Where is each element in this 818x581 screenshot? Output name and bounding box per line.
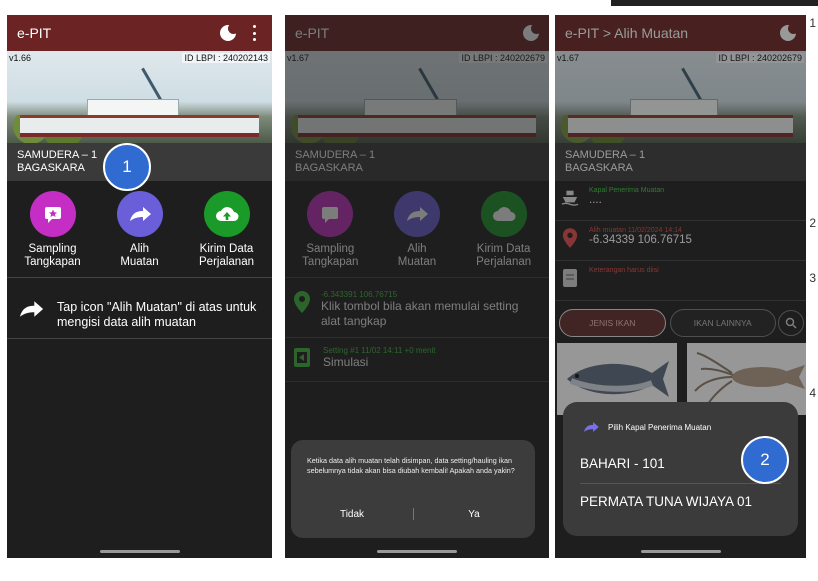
gesture-bar [640, 550, 721, 553]
sampling-tangkapan-button: Sampling Tangkapan [287, 191, 373, 269]
dimmed-background: e-PIT > Alih Muatan v1.67 ID LBPI : 2402… [555, 15, 806, 415]
tab-jenis-ikan[interactable]: JENIS IKAN [559, 309, 666, 337]
gesture-bar [99, 550, 180, 553]
search-icon[interactable] [778, 310, 804, 336]
app-version: v1.67 [287, 53, 310, 63]
dark-mode-icon [780, 23, 799, 41]
ship-banner-image: v1.66 ID LBPI : 240202143 [7, 51, 272, 143]
fish-tabs: JENIS IKAN IKAN LAINNYA [555, 301, 806, 343]
notebook-icon [561, 267, 579, 289]
transfer-icon [584, 422, 599, 432]
phone-screen-2: e-PIT v1.67 ID LBPI : 240202679 SAMUDERA… [285, 15, 549, 558]
setting-record-icon [293, 346, 311, 373]
gesture-bar [377, 550, 457, 553]
id-lbpi: ID LBPI : 240202143 [182, 53, 270, 63]
app-title: e-PIT [17, 25, 52, 41]
vessel-name: SAMUDERA – 1 BAGASKARA [285, 143, 549, 181]
action-row: Sampling Tangkapan Alih Muatan Kirim Dat… [7, 181, 272, 278]
side-number: 1 [809, 16, 816, 30]
alih-muatan-button[interactable]: Alih Muatan [96, 191, 182, 269]
location-row: -6.343391 106.76715 Klik tombol bila aka… [285, 278, 549, 338]
app-title: e-PIT > Alih Muatan [565, 25, 689, 41]
receiver-vessel-field[interactable]: Kapal Penerima Muatan .... [555, 181, 806, 221]
confirm-dialog: Ketika data alih muatan telah disimpan, … [291, 440, 535, 538]
top-caption-bar [611, 0, 818, 6]
dark-mode-icon[interactable] [220, 23, 239, 41]
side-number: 3 [809, 271, 816, 285]
vessel-option[interactable]: PERMATA TUNA WIJAYA 01 [580, 484, 781, 521]
kirim-data-button[interactable]: Kirim Data Perjalanan [183, 191, 269, 269]
id-lbpi: ID LBPI : 240202679 [459, 53, 547, 63]
step-marker-2: 2 [741, 436, 789, 484]
alih-muatan-button: Alih Muatan [374, 191, 460, 269]
more-menu-icon[interactable] [246, 25, 262, 41]
dialog-message: Ketika data alih muatan telah disimpan, … [307, 456, 515, 475]
app-bar: e-PIT > Alih Muatan [555, 15, 806, 51]
location-pin-icon [561, 227, 579, 249]
vessel-name: SAMUDERA – 1 BAGASKARA [555, 143, 806, 181]
cloud-upload-icon [480, 191, 527, 237]
transfer-icon [20, 301, 44, 317]
note-field[interactable]: Keterangan harus diisi [555, 261, 806, 301]
app-bar: e-PIT [285, 15, 549, 51]
side-number: 4 [809, 386, 816, 400]
sampling-tangkapan-button[interactable]: Sampling Tangkapan [9, 191, 95, 269]
ship-banner-image: v1.67 ID LBPI : 240202679 [555, 51, 806, 143]
cloud-upload-icon [203, 191, 250, 237]
app-version: v1.66 [9, 53, 32, 63]
app-version: v1.67 [557, 53, 580, 63]
app-title: e-PIT [295, 25, 330, 41]
setting-row: Setting #1 11/02 14:11 +0 menit Simulasi [285, 338, 549, 382]
sampling-icon [29, 191, 76, 237]
sheet-header: Pilih Kapal Penerima Muatan [580, 420, 781, 434]
transfer-icon [393, 191, 440, 237]
ship-icon [561, 187, 579, 207]
dialog-yes-button[interactable]: Ya [413, 509, 535, 520]
hint-message: Tap icon "Alih Muatan" di atas untuk men… [7, 278, 272, 330]
step-marker-1: 1 [103, 143, 151, 191]
id-lbpi: ID LBPI : 240202679 [716, 53, 804, 63]
transfer-location-field: Alih muatan 11/02/2024 14:14 -6.34339 10… [555, 221, 806, 261]
sampling-icon [307, 191, 354, 237]
phone-screen-1: e-PIT v1.66 ID LBPI : 240202143 SAMUDERA… [7, 15, 272, 558]
side-number: 2 [809, 216, 816, 230]
app-bar: e-PIT [7, 15, 272, 51]
ship-banner-image: v1.67 ID LBPI : 240202679 [285, 51, 549, 143]
dark-mode-icon [523, 23, 542, 41]
tab-ikan-lainnya[interactable]: IKAN LAINNYA [669, 309, 776, 337]
transfer-icon [116, 191, 163, 237]
location-pin-icon [293, 290, 311, 319]
action-row: Sampling Tangkapan Alih Muatan Kirim Dat… [285, 181, 549, 278]
kirim-data-button: Kirim Data Perjalanan [461, 191, 547, 269]
dimmed-background: e-PIT v1.67 ID LBPI : 240202679 SAMUDERA… [285, 15, 549, 382]
phone-screen-3: e-PIT > Alih Muatan v1.67 ID LBPI : 2402… [555, 15, 806, 558]
dialog-no-button[interactable]: Tidak [291, 509, 413, 520]
